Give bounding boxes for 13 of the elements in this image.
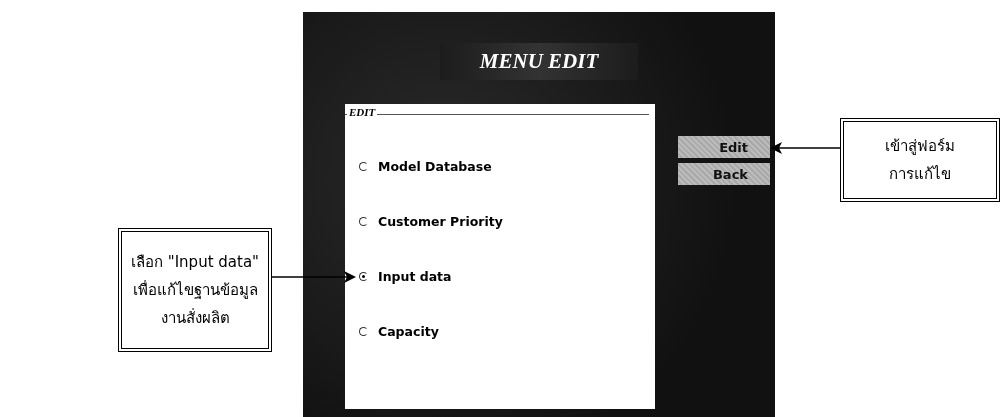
option-label[interactable]: Model Database: [378, 158, 492, 174]
menu-button[interactable]: Back: [678, 163, 770, 185]
option-label[interactable]: Customer Priority: [378, 213, 503, 229]
option-label[interactable]: Capacity: [378, 323, 439, 339]
option-label[interactable]: Input data: [378, 268, 452, 284]
window-title: MENU EDIT: [439, 42, 639, 80]
group-label: EDIT: [347, 106, 378, 118]
callout-text: เข้าสู่ฟอร์ม: [885, 136, 955, 157]
callout-text: เพื่อแก้ไขฐานข้อมูล: [132, 279, 258, 301]
callout-text: งานสั่งผลิต: [160, 307, 230, 329]
menu-button[interactable]: Edit: [678, 136, 770, 158]
callout-text: เลือก "Input data": [131, 252, 259, 273]
callout-text: การแก้ไข: [889, 164, 951, 185]
